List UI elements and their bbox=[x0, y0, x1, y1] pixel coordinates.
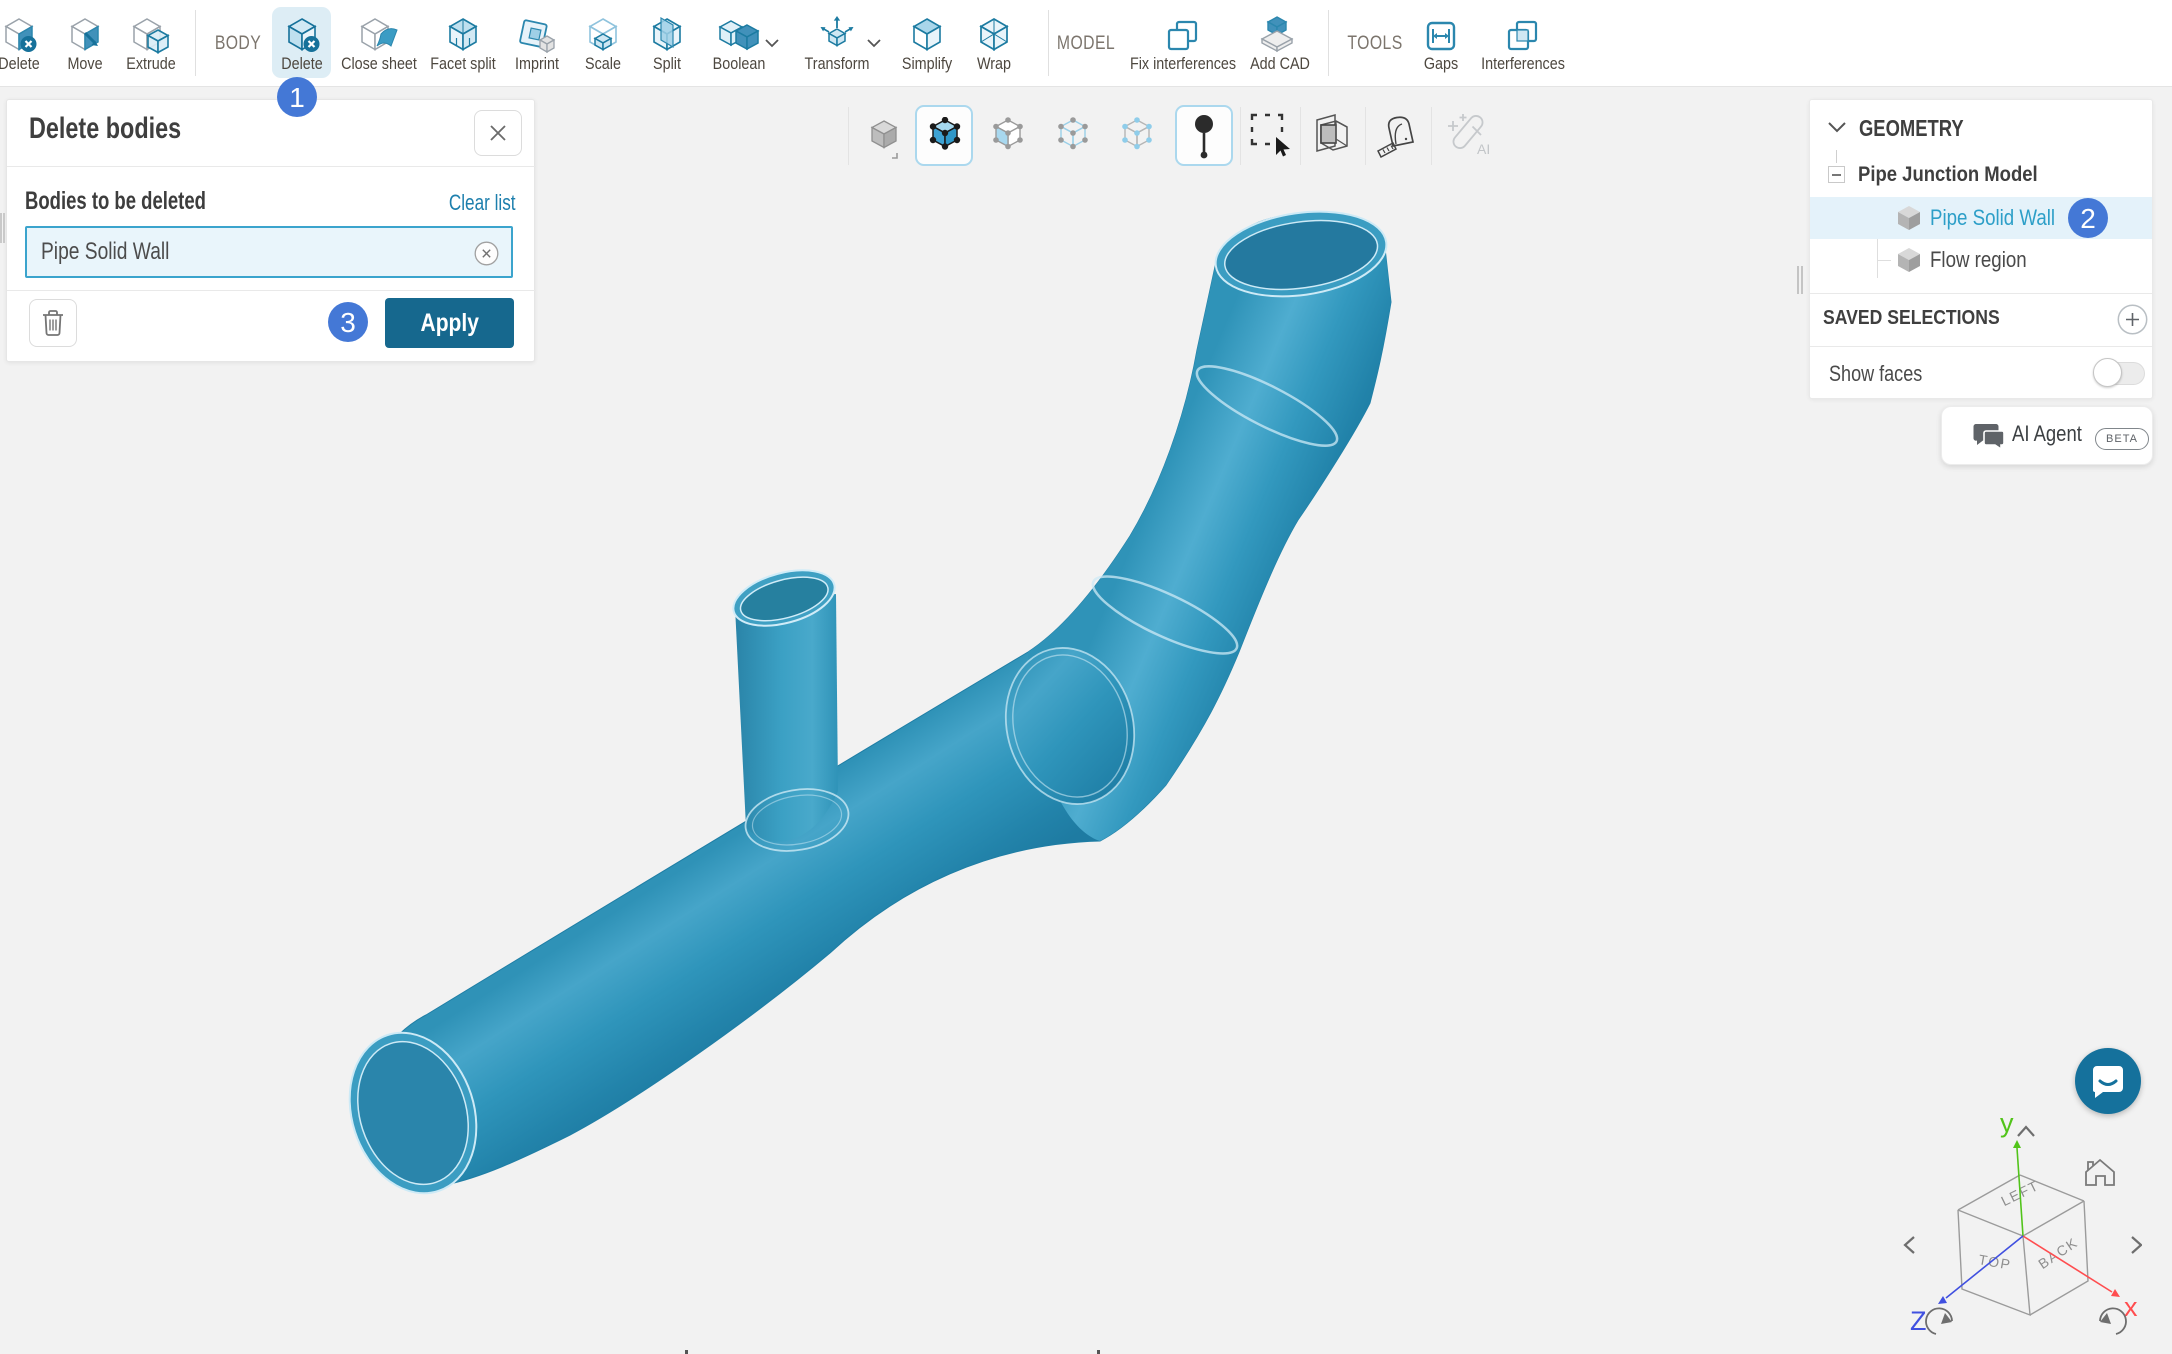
svg-text:BACK: BACK bbox=[2035, 1234, 2081, 1272]
svg-text:AI: AI bbox=[1477, 141, 1490, 157]
svg-text:Z: Z bbox=[1910, 1306, 1927, 1336]
svg-text:y: y bbox=[2000, 1108, 2014, 1138]
